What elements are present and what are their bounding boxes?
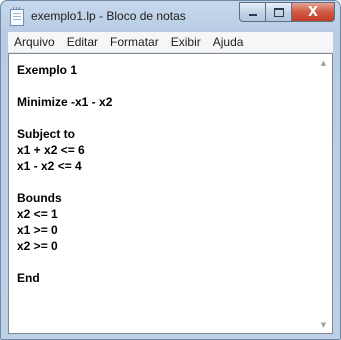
- title-bar[interactable]: exemplo1.lp - Bloco de notas X: [1, 1, 340, 32]
- text-line: x1 >= 0: [17, 223, 58, 237]
- text-line: x2 <= 1: [17, 207, 58, 221]
- menu-editar[interactable]: Editar: [61, 35, 104, 49]
- text-line: x2 >= 0: [17, 239, 58, 253]
- text-line: Bounds: [17, 191, 62, 205]
- text-line: Subject to: [17, 127, 76, 141]
- close-icon: X: [307, 4, 319, 20]
- scroll-down-arrow-icon[interactable]: ▼: [315, 316, 332, 333]
- minimize-button[interactable]: [239, 2, 266, 22]
- window-title: exemplo1.lp - Bloco de notas: [31, 9, 186, 23]
- menu-bar: Arquivo Editar Formatar Exibir Ajuda: [8, 32, 333, 53]
- minimize-icon: [248, 14, 257, 16]
- menu-arquivo[interactable]: Arquivo: [8, 35, 61, 49]
- text-line: [17, 78, 315, 94]
- text-line: [17, 174, 315, 190]
- caption-buttons: X: [239, 2, 335, 22]
- close-button[interactable]: X: [292, 2, 335, 22]
- text-line: x1 + x2 <= 6: [17, 143, 85, 157]
- maximize-button[interactable]: [266, 2, 292, 22]
- menu-ajuda[interactable]: Ajuda: [207, 35, 250, 49]
- text-content[interactable]: Exemplo 1 Minimize -x1 - x2 Subject to x…: [9, 54, 315, 333]
- text-line: Exemplo 1: [17, 63, 78, 77]
- notepad-window: exemplo1.lp - Bloco de notas X Arquivo E…: [0, 0, 341, 340]
- text-line: Minimize -x1 - x2: [17, 95, 113, 109]
- scroll-up-arrow-icon[interactable]: ▲: [315, 54, 332, 71]
- text-line: x1 - x2 <= 4: [17, 159, 82, 173]
- vertical-scrollbar[interactable]: ▲ ▼: [315, 54, 332, 333]
- menu-exibir[interactable]: Exibir: [165, 35, 207, 49]
- text-line: End: [17, 271, 40, 285]
- text-editor[interactable]: Exemplo 1 Minimize -x1 - x2 Subject to x…: [8, 53, 333, 334]
- notepad-icon: [10, 7, 24, 26]
- text-line: [17, 110, 315, 126]
- text-line: [17, 254, 315, 270]
- maximize-icon: [273, 7, 284, 17]
- menu-formatar[interactable]: Formatar: [104, 35, 165, 49]
